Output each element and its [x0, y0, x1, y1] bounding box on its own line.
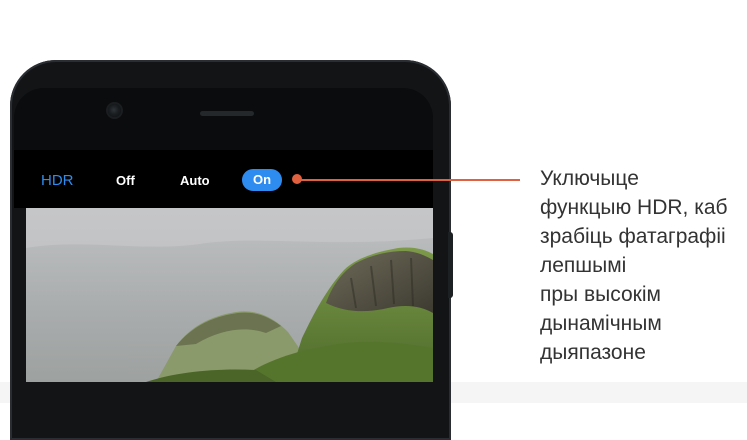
- callout-line-5: пры высокім: [540, 283, 661, 306]
- callout-line-1: Уключыце: [540, 167, 639, 190]
- callout-line-4: лепшымі: [540, 254, 627, 277]
- hdr-label: HDR: [41, 172, 74, 189]
- callout-line-3: зрабіць фатаграфіі: [540, 225, 726, 248]
- callout-description: Уключыце функцыю HDR, каб зрабіць фатагр…: [540, 164, 747, 367]
- callout-connector-line: [298, 179, 520, 181]
- callout-pointer-dot: [292, 174, 302, 184]
- hdr-option-auto[interactable]: Auto: [180, 173, 210, 188]
- callout-line-2: функцыю HDR, каб: [540, 196, 728, 219]
- earpiece-speaker-icon: [200, 111, 254, 116]
- side-button: [448, 232, 453, 298]
- hdr-option-off[interactable]: Off: [116, 173, 135, 188]
- callout-line-6: дынамічным: [540, 312, 662, 335]
- camera-viewfinder-photo: [26, 208, 433, 382]
- landscape-image: [26, 208, 433, 382]
- callout-line-7: дыяпазоне: [540, 341, 646, 364]
- hdr-option-on[interactable]: On: [242, 169, 282, 191]
- stage: HDR Off Auto On Уключыце функцыю HDR, ка…: [0, 0, 747, 440]
- screen-top-bezel: [14, 88, 433, 150]
- front-camera-icon: [108, 104, 121, 117]
